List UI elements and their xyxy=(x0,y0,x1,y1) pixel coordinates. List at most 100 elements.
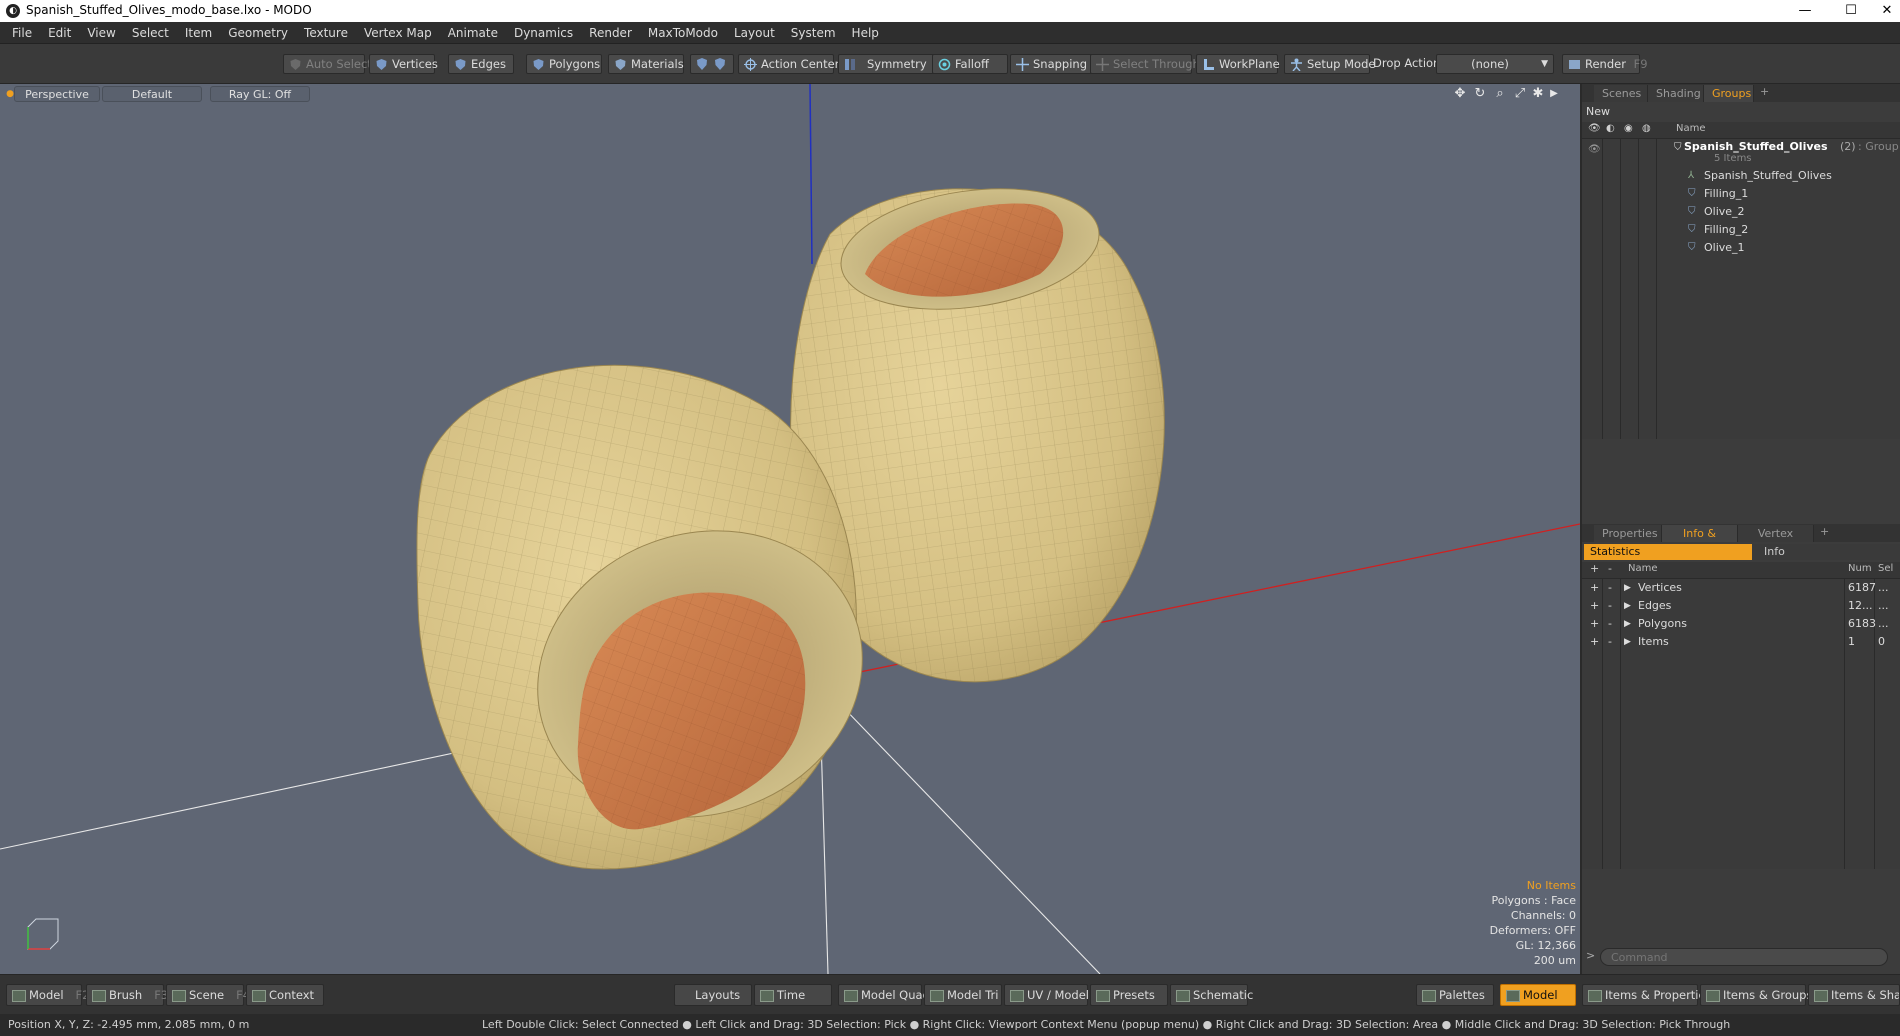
model-mode-button[interactable]: Model xyxy=(1500,984,1576,1006)
pan-icon[interactable]: ✥ xyxy=(1452,86,1468,102)
new-group-button[interactable]: New Group xyxy=(1584,104,1644,134)
tab-info-stats[interactable]: Info & Stats xyxy=(1662,525,1738,557)
tab-shading[interactable]: Shading xyxy=(1648,85,1704,102)
expand-all-icon[interactable]: + xyxy=(1590,562,1599,575)
view-perspective-button[interactable]: Perspective xyxy=(14,86,100,102)
materials-button[interactable]: Materials xyxy=(608,54,684,74)
menu-vertex-map[interactable]: Vertex Map xyxy=(356,22,440,44)
action-center-button[interactable]: Action Center xyxy=(738,54,839,74)
layout-icon xyxy=(12,990,26,1002)
selection-modes-button[interactable] xyxy=(690,54,734,74)
table-row[interactable]: + - ▶ Vertices 6187 ... xyxy=(1582,579,1900,597)
statistics-subtab[interactable]: Statistics xyxy=(1584,544,1752,560)
shading-style-button[interactable]: Default xyxy=(102,86,202,102)
workplane-button[interactable]: WorkPlane xyxy=(1196,54,1280,74)
add-tab-icon[interactable]: + xyxy=(1820,525,1829,538)
menu-texture[interactable]: Texture xyxy=(296,22,356,44)
table-row[interactable]: + - ▶ Polygons 6183 ... xyxy=(1582,615,1900,633)
grid-line-right xyxy=(839,703,1101,974)
symmetry-button[interactable]: Symmetry xyxy=(838,54,936,74)
tab-properties[interactable]: Properties xyxy=(1594,525,1662,542)
list-item[interactable]: ⛉ Olive_1 xyxy=(1582,239,1900,257)
model-tri-button[interactable]: Model Tri xyxy=(924,984,1002,1006)
falloff-button[interactable]: Falloff xyxy=(932,54,1008,74)
expand-arrow-icon[interactable]: ▶ xyxy=(1624,597,1631,615)
polygons-button[interactable]: Polygons xyxy=(526,54,602,74)
palettes-button[interactable]: Palettes xyxy=(1416,984,1494,1006)
chevron-right-icon[interactable]: ▶ xyxy=(1546,86,1562,102)
visibility-icon[interactable]: 👁 xyxy=(1588,141,1601,159)
menu-render[interactable]: Render xyxy=(581,22,640,44)
group-row[interactable]: 👁 ⛉ Spanish_Stuffed_Olives (2) : Group 5… xyxy=(1582,139,1900,169)
maximize-button[interactable]: ☐ xyxy=(1828,0,1874,22)
tab-groups[interactable]: Groups xyxy=(1704,85,1754,102)
list-item[interactable]: ⛉ Olive_2 xyxy=(1582,203,1900,221)
render-toggle-icon[interactable]: ◉ xyxy=(1624,123,1633,134)
setup-mode-button[interactable]: Setup Mode xyxy=(1284,54,1375,74)
model-layout-button[interactable]: Model F2 xyxy=(6,984,89,1006)
menu-item[interactable]: Item xyxy=(177,22,220,44)
list-item[interactable]: ⛉ Filling_2 xyxy=(1582,221,1900,239)
select-through-button[interactable]: Select Through xyxy=(1090,54,1200,74)
menu-geometry[interactable]: Geometry xyxy=(220,22,296,44)
items-shading-button[interactable]: Items & Shadin xyxy=(1808,984,1900,1006)
menu-animate[interactable]: Animate xyxy=(440,22,506,44)
table-row[interactable]: + - ▶ Items 1 0 xyxy=(1582,633,1900,651)
minimize-button[interactable]: — xyxy=(1782,0,1828,22)
schematic-button[interactable]: Schematic xyxy=(1170,984,1253,1006)
expand-arrow-icon[interactable]: ▶ xyxy=(1624,633,1631,651)
presets-button[interactable]: Presets xyxy=(1090,984,1168,1006)
gear-icon[interactable]: ✱ xyxy=(1530,86,1546,102)
info-subtab[interactable]: Info xyxy=(1752,544,1900,560)
expand-arrow-icon[interactable]: ▶ xyxy=(1624,615,1631,633)
menu-layout[interactable]: Layout xyxy=(726,22,783,44)
list-item[interactable]: ⛉ Filling_1 xyxy=(1582,185,1900,203)
menu-select[interactable]: Select xyxy=(124,22,177,44)
command-input[interactable] xyxy=(1600,948,1888,966)
tab-scenes[interactable]: Scenes xyxy=(1594,85,1648,102)
close-button[interactable]: ✕ xyxy=(1874,0,1900,22)
add-tab-icon[interactable]: + xyxy=(1760,85,1769,98)
stat-num: 6187 xyxy=(1848,581,1876,594)
brush-layout-button[interactable]: Brush F3 xyxy=(86,984,168,1006)
fit-icon[interactable]: ⤢ xyxy=(1512,86,1528,102)
context-layout-button[interactable]: Context xyxy=(246,984,324,1006)
menu-edit[interactable]: Edit xyxy=(40,22,79,44)
snapping-button[interactable]: Snapping xyxy=(1010,54,1096,74)
vertices-button[interactable]: Vertices xyxy=(369,54,438,74)
menu-view[interactable]: View xyxy=(79,22,123,44)
collapse-all-icon[interactable]: - xyxy=(1608,562,1612,575)
auto-select-button[interactable]: Auto Select xyxy=(283,54,372,74)
tab-vertex-maps[interactable]: Vertex Maps xyxy=(1738,525,1814,557)
workplane-icon xyxy=(1204,59,1214,70)
raygl-button[interactable]: Ray GL: Off xyxy=(210,86,310,102)
items-groups-button[interactable]: Items & Groups xyxy=(1700,984,1812,1006)
eye-icon[interactable]: 👁 xyxy=(1588,123,1601,134)
select-toggle-icon[interactable]: ◍ xyxy=(1642,123,1651,134)
edges-label: Edges xyxy=(471,57,506,71)
3d-viewport[interactable]: ● Perspective Default Ray GL: Off ✥ ↻ ⌕ … xyxy=(0,84,1580,974)
render-button[interactable]: Render F9 xyxy=(1562,54,1648,74)
time-button[interactable]: Time xyxy=(754,984,832,1006)
menu-help[interactable]: Help xyxy=(844,22,887,44)
layouts-button[interactable]: Layouts xyxy=(674,984,752,1006)
zoom-icon[interactable]: ⌕ xyxy=(1492,86,1508,102)
menu-system[interactable]: System xyxy=(783,22,844,44)
uv-model-button[interactable]: UV / Model xyxy=(1004,984,1089,1006)
table-row[interactable]: + - ▶ Edges 12... ... xyxy=(1582,597,1900,615)
y-axis-line xyxy=(809,84,813,265)
model-quad-button[interactable]: Model Quad xyxy=(838,984,930,1006)
menu-maxtomodo[interactable]: MaxToModo xyxy=(640,22,726,44)
expand-arrow-icon[interactable]: ▶ xyxy=(1624,579,1631,597)
symmetry-label: Symmetry xyxy=(867,57,927,71)
lock-icon[interactable]: ◐ xyxy=(1606,123,1615,134)
scene-layout-button[interactable]: Scene F4 xyxy=(166,984,250,1006)
menu-dynamics[interactable]: Dynamics xyxy=(506,22,581,44)
drop-action-select[interactable]: (none) ▼ xyxy=(1436,54,1554,74)
edges-button[interactable]: Edges xyxy=(448,54,514,74)
list-item[interactable]: ⅄ Spanish_Stuffed_Olives xyxy=(1582,167,1900,185)
rotate-icon[interactable]: ↻ xyxy=(1472,86,1488,102)
menu-file[interactable]: File xyxy=(0,22,40,44)
items-properties-button[interactable]: Items & Properties xyxy=(1582,984,1712,1006)
viewport-canvas[interactable] xyxy=(0,84,1580,974)
